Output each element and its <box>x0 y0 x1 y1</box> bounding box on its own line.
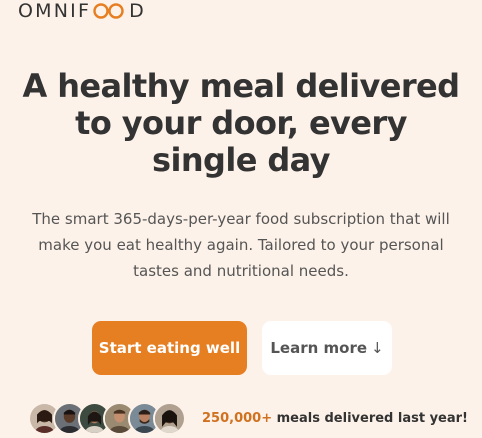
meals-delivered-label: meals delivered last year! <box>276 411 468 426</box>
hero-description: The smart 365-days-per-year food subscri… <box>32 210 450 280</box>
page: OMNIF D A healthy meal delivered to your… <box>0 0 482 438</box>
start-eating-well-button[interactable]: Start eating well <box>92 321 247 375</box>
meals-delivered: 250,000+ meals delivered last year! <box>28 402 468 435</box>
learn-more-label: Learn more <box>270 339 368 357</box>
infinity-oo-icon <box>92 2 126 20</box>
meals-delivered-text: 250,000+ meals delivered last year! <box>202 411 468 426</box>
logo-text-start: OMNIF <box>18 0 92 22</box>
arrow-down-icon: ↓ <box>371 339 384 357</box>
customer-avatar-6 <box>153 402 186 435</box>
meals-count: 250,000+ <box>202 411 273 426</box>
start-eating-well-label: Start eating well <box>98 339 241 357</box>
logo-text-end: D <box>129 0 146 22</box>
omnifood-logo[interactable]: OMNIF D <box>18 0 146 22</box>
learn-more-button[interactable]: Learn more ↓ <box>262 321 392 375</box>
customer-avatars <box>28 402 186 435</box>
hero-title: A healthy meal delivered to your door, e… <box>22 67 460 179</box>
